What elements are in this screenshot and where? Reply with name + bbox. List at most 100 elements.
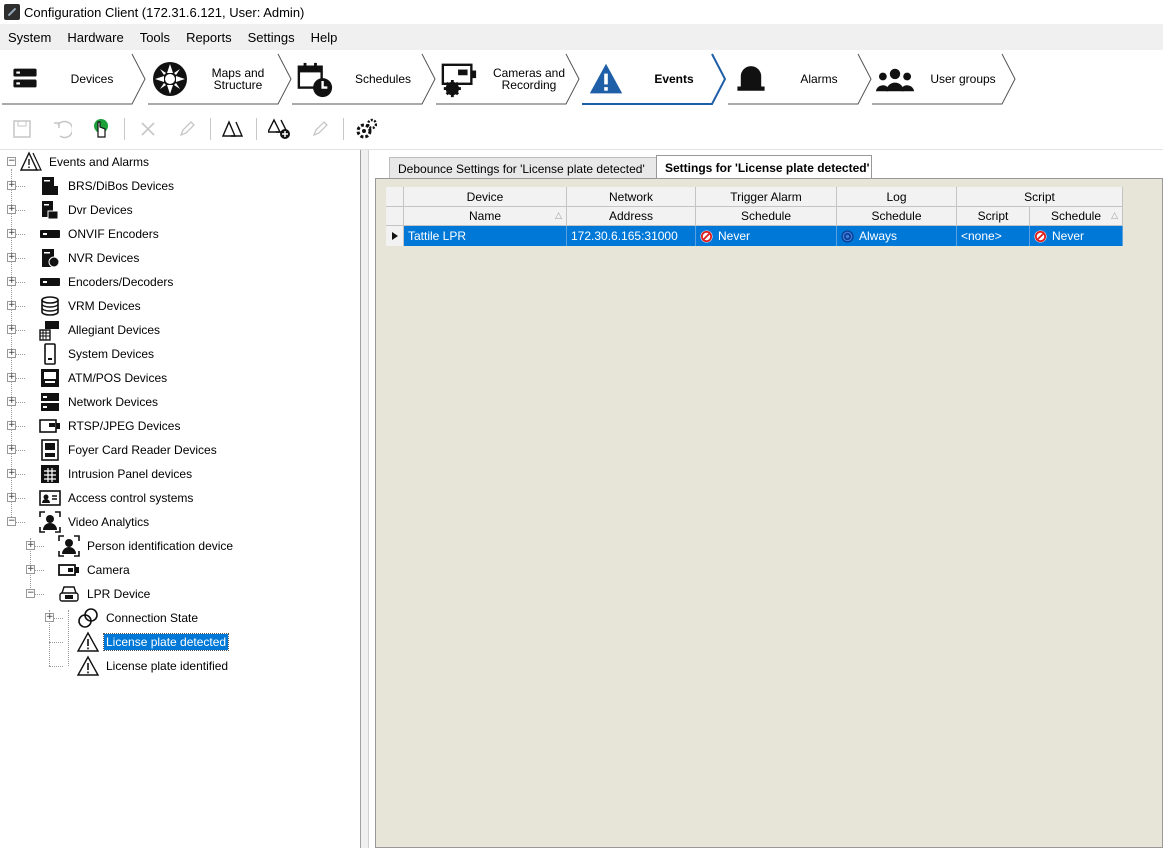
- column-header-trigger-schedule[interactable]: Schedule: [696, 207, 837, 226]
- expand-icon[interactable]: +: [7, 493, 16, 502]
- tree-item-label: ONVIF Encoders: [68, 227, 159, 241]
- expand-icon[interactable]: +: [7, 253, 16, 262]
- expand-icon[interactable]: +: [7, 397, 16, 406]
- tree-item-foyer-card-reader-devices[interactable]: + Foyer Card Reader Devices: [0, 438, 360, 462]
- cell-device-name[interactable]: Tattile LPR: [404, 226, 567, 246]
- cell-script[interactable]: <none>: [957, 226, 1030, 246]
- cell-trigger-schedule[interactable]: Never: [696, 226, 837, 246]
- expand-icon[interactable]: +: [7, 229, 16, 238]
- nav-events-label: Events: [654, 72, 694, 86]
- tree-item-label: License plate detected: [102, 633, 230, 651]
- tree-item-atm-pos-devices[interactable]: + ATM/POS Devices: [0, 366, 360, 390]
- current-row-indicator[interactable]: [386, 226, 404, 246]
- tree-item-brs-dibos-devices[interactable]: + BRS/DiBos Devices: [0, 174, 360, 198]
- menu-reports[interactable]: Reports: [178, 30, 240, 45]
- add-compound-event-icon: [268, 118, 290, 139]
- save-button[interactable]: [11, 118, 33, 140]
- expand-icon[interactable]: +: [7, 181, 16, 190]
- tree-item-rtsp-jpeg-devices[interactable]: + RTSP/JPEG Devices: [0, 414, 360, 438]
- debounce-button[interactable]: [222, 118, 244, 140]
- tab-event-settings[interactable]: Settings for 'License plate detected': [656, 155, 872, 180]
- expand-icon[interactable]: +: [7, 205, 16, 214]
- tree-item-label: ATM/POS Devices: [68, 371, 168, 385]
- edit-button[interactable]: [176, 118, 198, 140]
- nav-devices[interactable]: Devices: [2, 53, 148, 105]
- menu-help[interactable]: Help: [303, 30, 346, 45]
- tree-root[interactable]: − Events and Alarms: [0, 150, 360, 174]
- edit-icon: [179, 121, 195, 137]
- collapse-icon[interactable]: −: [26, 589, 35, 598]
- nav-events[interactable]: Events: [582, 53, 728, 105]
- tree-item-connection-state[interactable]: + Connection State: [0, 606, 360, 630]
- video-analytics-icon: [39, 511, 61, 533]
- tree-item-intrusion-panel-devices[interactable]: + Intrusion Panel devices: [0, 462, 360, 486]
- tree-item-label: Dvr Devices: [68, 203, 133, 217]
- tree-item-label: Intrusion Panel devices: [68, 467, 193, 481]
- tree-item-onvif-encoders[interactable]: + ONVIF Encoders: [0, 222, 360, 246]
- undo-button[interactable]: [51, 118, 73, 140]
- tree-item-nvr-devices[interactable]: + NVR Devices: [0, 246, 360, 270]
- tab-body: Device Network Trigger Alarm Log Script …: [375, 178, 1163, 848]
- panel-splitter[interactable]: [361, 150, 369, 848]
- column-header-address[interactable]: Address: [567, 207, 696, 226]
- delete-button[interactable]: [137, 118, 159, 140]
- tab-debounce-settings[interactable]: Debounce Settings for 'License plate det…: [389, 157, 659, 179]
- tree-item-license-plate-identified[interactable]: License plate identified: [0, 654, 360, 678]
- column-header-name[interactable]: Name △: [404, 207, 567, 226]
- nav-alarms[interactable]: Alarms: [728, 53, 874, 105]
- tree-item-license-plate-detected[interactable]: License plate detected: [0, 630, 360, 654]
- tree-item-dvr-devices[interactable]: + Dvr Devices: [0, 198, 360, 222]
- camera-recording-icon: [441, 63, 477, 98]
- menu-settings[interactable]: Settings: [240, 30, 303, 45]
- activate-icon: [94, 119, 108, 138]
- nav-user-groups[interactable]: User groups: [872, 53, 1018, 105]
- expand-icon[interactable]: +: [7, 469, 16, 478]
- cell-address[interactable]: 172.30.6.165:31000: [567, 226, 696, 246]
- expand-icon[interactable]: +: [26, 565, 35, 574]
- tree-item-system-devices[interactable]: + System Devices: [0, 342, 360, 366]
- expand-icon[interactable]: +: [7, 301, 16, 310]
- collapse-icon[interactable]: −: [7, 517, 16, 526]
- expand-icon[interactable]: +: [45, 613, 54, 622]
- expand-icon[interactable]: +: [7, 325, 16, 334]
- expand-icon[interactable]: +: [7, 421, 16, 430]
- tree-item-label: BRS/DiBos Devices: [68, 179, 175, 193]
- nav-cameras-recording[interactable]: Cameras and Recording: [436, 53, 582, 105]
- nav-maps-structure[interactable]: Maps and Structure: [148, 53, 294, 105]
- tree-item-network-devices[interactable]: + Network Devices: [0, 390, 360, 414]
- script-editor-button[interactable]: [355, 118, 377, 140]
- expand-icon[interactable]: +: [7, 445, 16, 454]
- tree-item-allegiant-devices[interactable]: + Allegiant Devices: [0, 318, 360, 342]
- expand-icon[interactable]: +: [7, 373, 16, 382]
- cell-script-schedule[interactable]: Never: [1030, 226, 1123, 246]
- nav-user-groups-label: User groups: [930, 72, 996, 86]
- tree-item-person-identification-device[interactable]: + Person identification device: [0, 534, 360, 558]
- row-header-corner: [386, 207, 404, 226]
- tree-item-vrm-devices[interactable]: + VRM Devices: [0, 294, 360, 318]
- menu-system[interactable]: System: [0, 30, 59, 45]
- menu-hardware[interactable]: Hardware: [59, 30, 131, 45]
- collapse-icon[interactable]: −: [7, 157, 16, 166]
- group-header-device: Device: [404, 187, 567, 207]
- activate-button[interactable]: [90, 118, 112, 140]
- expand-icon[interactable]: +: [26, 541, 35, 550]
- nav-schedules[interactable]: Schedules: [292, 53, 438, 105]
- tree-item-camera[interactable]: + Camera: [0, 558, 360, 582]
- cell-log-schedule[interactable]: Always: [837, 226, 957, 246]
- column-header-script-schedule[interactable]: Schedule △: [1030, 207, 1123, 226]
- expand-icon[interactable]: +: [7, 349, 16, 358]
- tree-item-label: RTSP/JPEG Devices: [68, 419, 181, 433]
- tree-item-video-analytics[interactable]: − Video Analytics: [0, 510, 360, 534]
- tree-item-encoders-decoders[interactable]: + Encoders/Decoders: [0, 270, 360, 294]
- tree-item-access-control-systems[interactable]: + Access control systems: [0, 486, 360, 510]
- expand-icon[interactable]: +: [7, 277, 16, 286]
- column-header-script[interactable]: Script: [957, 207, 1030, 226]
- menu-tools[interactable]: Tools: [132, 30, 178, 45]
- settings-pane: Debounce Settings for 'License plate det…: [369, 150, 1163, 848]
- group-header-network: Network: [567, 187, 696, 207]
- edit-compound-event-button[interactable]: [309, 118, 331, 140]
- column-header-log-schedule[interactable]: Schedule: [837, 207, 957, 226]
- tree-item-lpr-device[interactable]: − LPR Device: [0, 582, 360, 606]
- tree-guide-line: [49, 642, 63, 643]
- add-compound-event-button[interactable]: [268, 118, 290, 140]
